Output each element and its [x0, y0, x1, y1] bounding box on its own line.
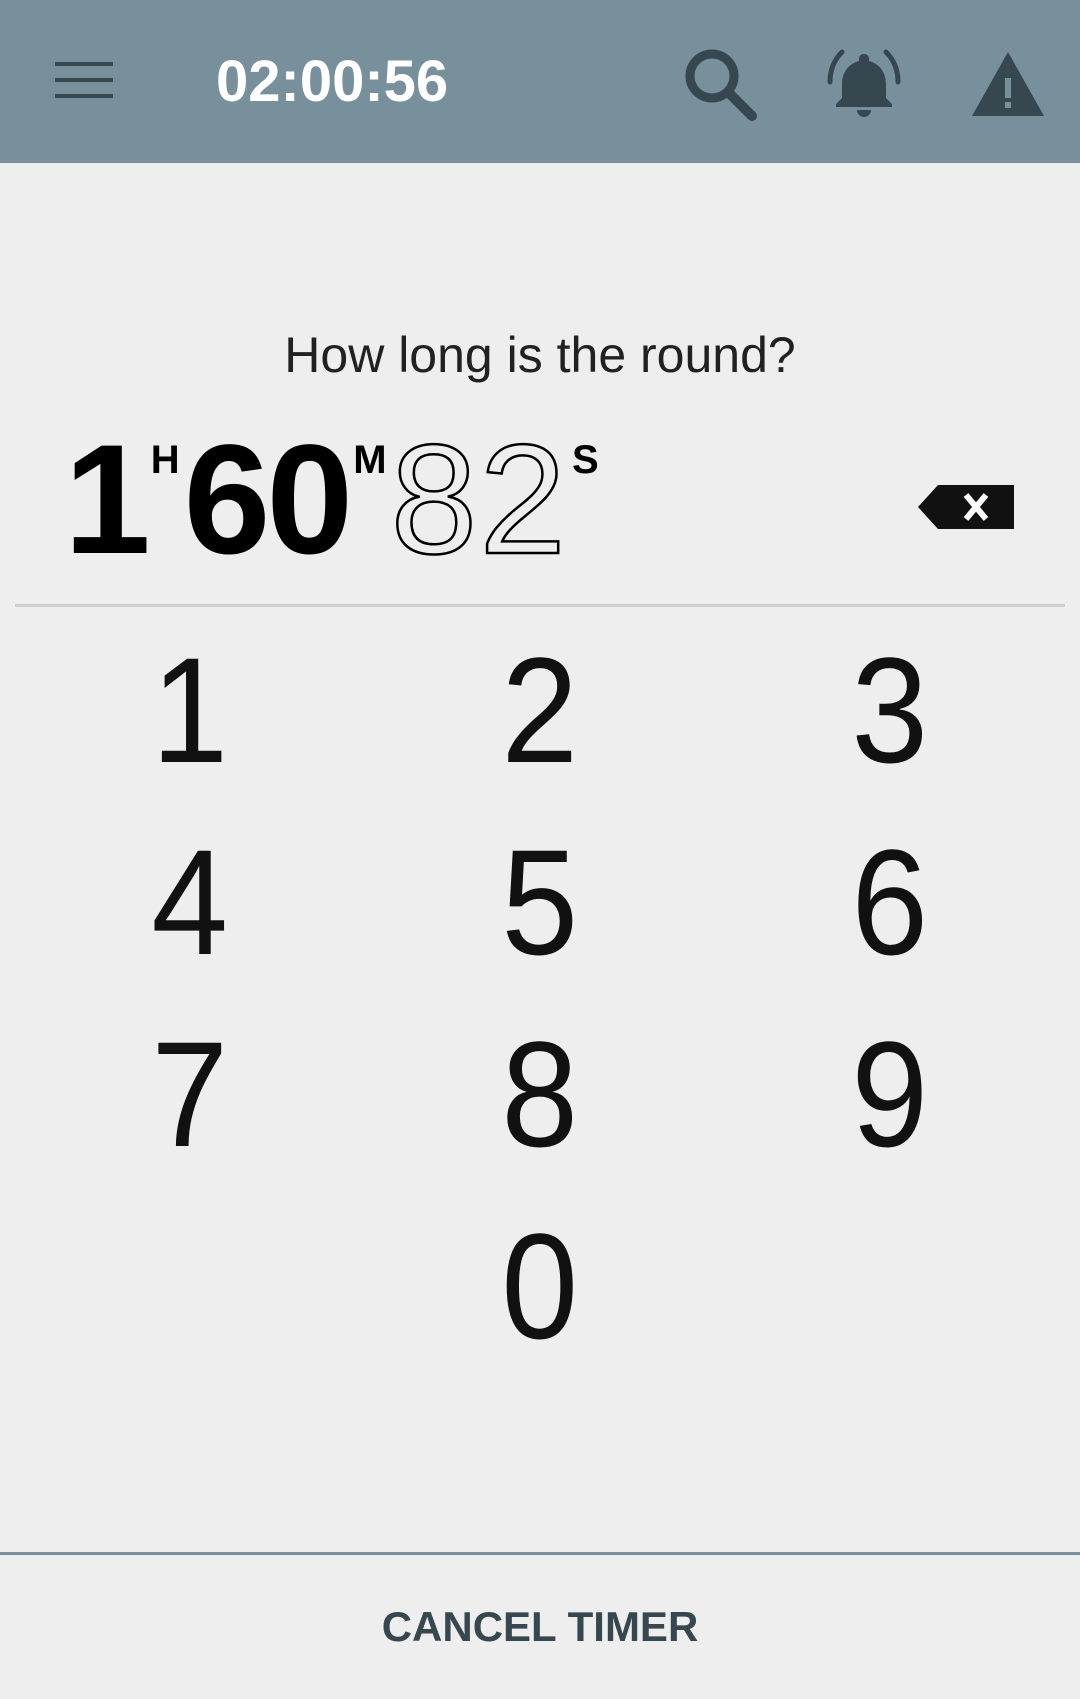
app-bar: 02:00:56 [0, 0, 1080, 163]
key-9[interactable]: 9 [780, 1004, 1000, 1184]
prompt-text: How long is the round? [284, 327, 796, 383]
hours-unit: H [150, 438, 180, 482]
bell-ringing-icon [827, 49, 901, 117]
warning-button[interactable] [960, 36, 1056, 132]
minutes-value: 60 [183, 413, 354, 587]
key-3[interactable]: 3 [780, 620, 1000, 800]
hours-value: 1 [64, 413, 151, 587]
menu-icon [55, 62, 113, 98]
key-1[interactable]: 1 [80, 620, 300, 800]
entry-divider [15, 604, 1065, 607]
search-icon [685, 49, 757, 121]
key-4[interactable]: 4 [80, 812, 300, 992]
minutes-unit: M [353, 438, 387, 482]
key-6[interactable]: 6 [780, 812, 1000, 992]
duration-display: 1 H60 M82 S [64, 413, 603, 587]
seconds-unit: S [572, 438, 599, 482]
key-2[interactable]: 2 [430, 620, 650, 800]
key-5[interactable]: 5 [430, 812, 650, 992]
warning-icon [972, 52, 1044, 116]
key-7[interactable]: 7 [80, 1004, 300, 1184]
key-8[interactable]: 8 [430, 1004, 650, 1184]
clock-display: 02:00:56 [216, 49, 449, 114]
seconds-value: 82 [389, 413, 569, 587]
alarm-button[interactable] [816, 36, 912, 132]
key-0[interactable]: 0 [430, 1196, 650, 1376]
backspace-icon [918, 485, 1014, 529]
backspace-button[interactable] [910, 470, 1022, 544]
cancel-timer-button[interactable]: CANCEL TIMER [0, 1555, 1080, 1699]
search-button[interactable] [672, 36, 768, 132]
menu-button[interactable] [40, 40, 128, 120]
